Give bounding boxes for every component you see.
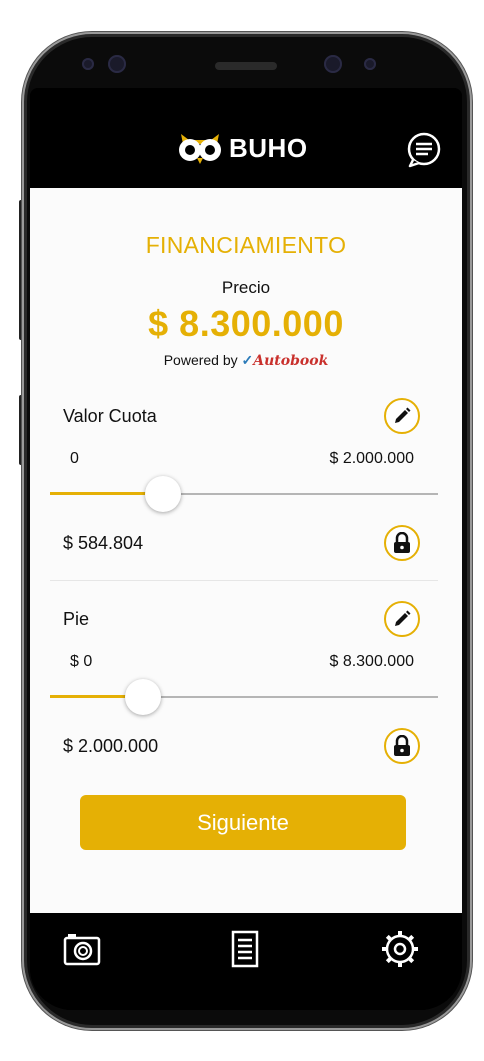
app-screen: BUHO FINANCIAMIENTO Precio $ 8.300.000 P… [30, 88, 462, 1010]
pie-slider[interactable] [50, 679, 438, 715]
autobook-check-icon: ✓ [241, 352, 254, 368]
financing-panel: FINANCIAMIENTO Precio $ 8.300.000 Powere… [30, 188, 462, 913]
pencil-icon [395, 610, 411, 626]
next-button[interactable]: Siguiente [80, 795, 406, 850]
list-document-icon[interactable] [225, 929, 265, 969]
powered-by: Powered by ✓Autobook [30, 352, 462, 369]
pie-value: $ 2.000.000 [63, 736, 159, 756]
autobook-logo: Autobook [253, 353, 329, 369]
front-camera [108, 55, 126, 73]
lock-pie-button[interactable] [384, 728, 420, 764]
iris-scanner [324, 55, 342, 73]
price-label: Precio [221, 278, 271, 297]
pie-min: $ 0 [70, 653, 93, 670]
front-sensor [82, 58, 94, 70]
edit-cuota-button[interactable] [384, 398, 420, 434]
gear-icon[interactable] [380, 929, 420, 969]
slider-thumb[interactable] [125, 679, 162, 715]
pie-max: $ 8.300.000 [329, 653, 414, 670]
section-divider [50, 580, 438, 581]
slider-thumb[interactable] [144, 476, 181, 512]
chat-bubble-icon[interactable] [404, 130, 444, 170]
pie-label: Pie [63, 609, 90, 629]
cuota-min: 0 [70, 450, 79, 467]
lock-cuota-button[interactable] [384, 525, 420, 561]
edit-pie-button[interactable] [384, 601, 420, 637]
brand-name: BUHO [229, 132, 308, 163]
owl-icon [179, 134, 221, 164]
cuota-slider[interactable] [50, 476, 438, 512]
price-value: $ 8.300.000 [148, 303, 344, 344]
camera-icon[interactable] [62, 929, 102, 969]
bottom-nav [30, 913, 462, 1010]
cuota-label: Valor Cuota [63, 406, 157, 426]
cuota-max: $ 2.000.000 [329, 450, 414, 467]
proximity-sensor [364, 58, 376, 70]
powered-by-label: Powered by [163, 352, 238, 368]
cuota-value: $ 584.804 [63, 533, 144, 553]
app-logo: BUHO [177, 130, 308, 166]
pencil-icon [395, 407, 411, 423]
earpiece-speaker [215, 62, 277, 70]
page-title: FINANCIAMIENTO [145, 232, 347, 258]
lock-icon [394, 735, 410, 756]
lock-icon [394, 532, 410, 553]
top-bar: BUHO [30, 88, 462, 188]
